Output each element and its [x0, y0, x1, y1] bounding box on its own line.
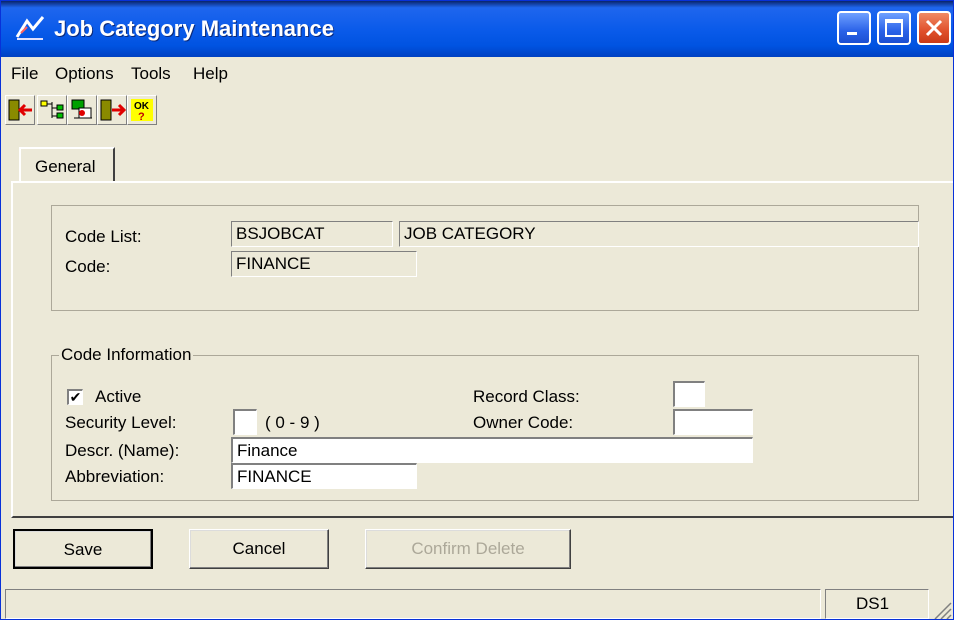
abbreviation-label: Abbreviation: [65, 467, 165, 486]
exit-icon [8, 99, 32, 121]
code-label: Code: [65, 257, 111, 276]
abbreviation-input[interactable]: FINANCE [231, 463, 417, 489]
toolbar-lookup-button[interactable] [67, 95, 97, 125]
descr-name-input[interactable]: Finance [231, 437, 753, 463]
svg-text:?: ? [138, 111, 145, 123]
status-pane-right: DS1 [825, 589, 929, 619]
menu-file[interactable]: File [11, 64, 38, 84]
status-pane-main [5, 589, 821, 619]
resize-grip-icon[interactable] [931, 599, 953, 619]
record-class-input[interactable] [673, 381, 705, 407]
toolbar: OK ? [1, 91, 953, 131]
general-panel: Code List: BSJOBCAT JOB CATEGORY Code: F… [11, 181, 953, 518]
application-window: Job Category Maintenance File Options To… [0, 0, 954, 620]
app-icon [15, 16, 45, 40]
minimize-button[interactable] [837, 11, 871, 45]
tree-icon [40, 100, 64, 119]
toolbar-exit-button[interactable] [5, 95, 35, 125]
cancel-button[interactable]: Cancel [189, 529, 329, 569]
toolbar-ok-button[interactable]: OK ? [127, 95, 157, 125]
menu-bar: File Options Tools Help [1, 57, 953, 89]
active-label: Active [95, 387, 142, 406]
tab-general[interactable]: General [19, 147, 115, 183]
code-information-title: Code Information [59, 345, 194, 365]
lookup-icon [71, 99, 92, 119]
toolbar-exit-right-button[interactable] [97, 95, 127, 125]
owner-code-label: Owner Code: [473, 413, 574, 432]
active-checkbox[interactable]: ✔ [67, 389, 83, 405]
exit-right-icon [100, 99, 127, 121]
minimize-icon [847, 32, 857, 35]
code-list-description-field: JOB CATEGORY [399, 221, 919, 247]
maximize-icon [885, 19, 903, 37]
record-class-label: Record Class: [473, 387, 580, 406]
code-list-field: BSJOBCAT [231, 221, 393, 247]
confirm-delete-button[interactable]: Confirm Delete [365, 529, 571, 569]
status-bar: DS1 [1, 585, 953, 619]
tab-general-label: General [35, 157, 96, 176]
ok-icon: OK ? [131, 99, 153, 123]
security-level-range: ( 0 - 9 ) [265, 413, 320, 432]
security-level-label: Security Level: [65, 413, 177, 432]
menu-help[interactable]: Help [193, 64, 228, 84]
title-bar[interactable]: Job Category Maintenance [1, 1, 953, 57]
save-button[interactable]: Save [13, 529, 153, 569]
security-level-input[interactable] [233, 409, 257, 435]
maximize-button[interactable] [877, 11, 911, 45]
window-title: Job Category Maintenance [54, 16, 334, 41]
menu-tools[interactable]: Tools [131, 64, 171, 84]
code-field: FINANCE [231, 251, 417, 277]
close-button[interactable] [917, 11, 951, 45]
menu-options[interactable]: Options [55, 64, 114, 84]
close-icon [925, 19, 943, 37]
descr-name-label: Descr. (Name): [65, 441, 180, 460]
owner-code-input[interactable] [673, 409, 753, 435]
code-list-label: Code List: [65, 227, 142, 246]
toolbar-tree-button[interactable] [37, 95, 67, 125]
